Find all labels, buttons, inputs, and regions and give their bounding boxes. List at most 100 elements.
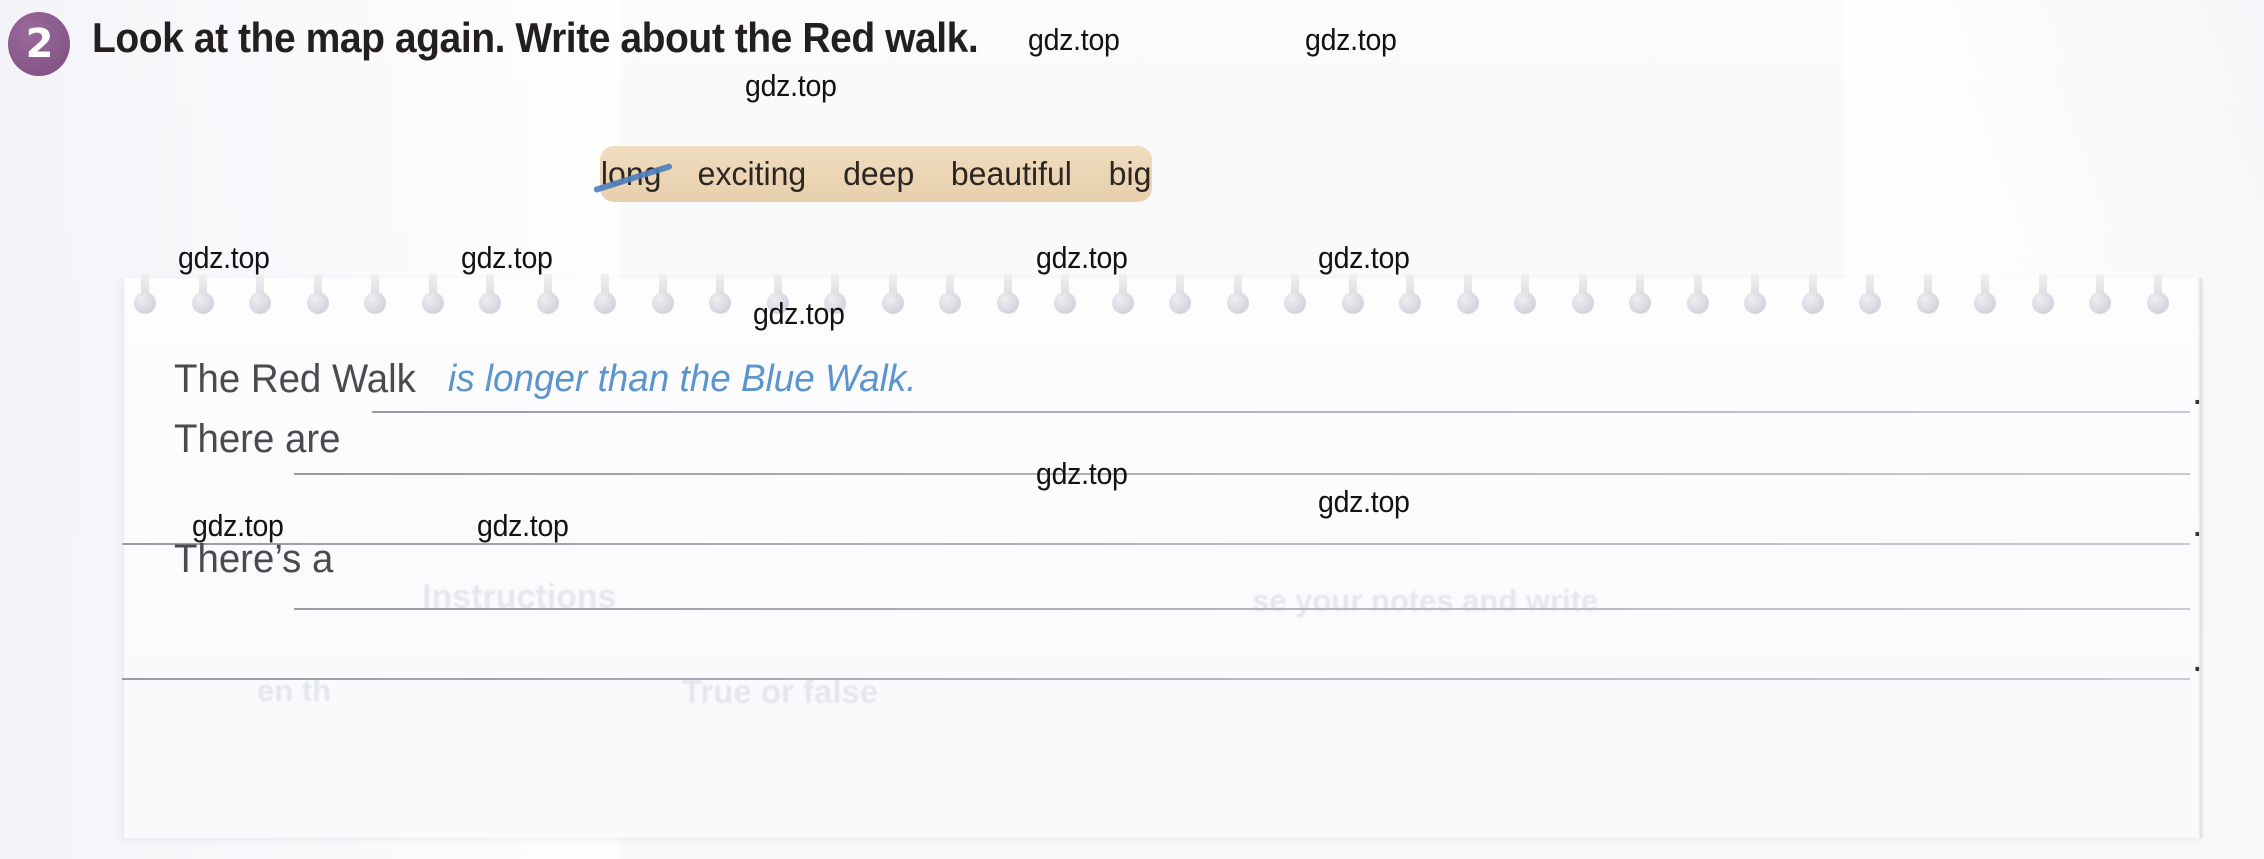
spiral-ring	[1686, 274, 1709, 324]
spiral-ring-stem	[1463, 274, 1472, 300]
word-bank-item[interactable]: deep	[827, 155, 931, 193]
spiral-ring-stem	[486, 274, 494, 300]
sentence-prompt: The Red Walk	[174, 357, 416, 401]
word-bank-item[interactable]: long	[584, 155, 677, 193]
spiral-ring-stem	[1176, 274, 1184, 300]
spiral-ring	[1399, 274, 1421, 324]
spiral-ring-bulb	[996, 292, 1019, 314]
spiral-ring	[1054, 274, 1076, 324]
spiral-ring	[1744, 274, 1766, 324]
answer-blank-line[interactable]	[122, 678, 2190, 680]
handwritten-answer[interactable]: is longer than the Blue Walk.	[448, 358, 917, 400]
spiral-ring-bulb	[1226, 292, 1249, 314]
spiral-ring-stem	[1636, 274, 1644, 300]
sentence-period: .	[2192, 503, 2203, 545]
paper-texture-right	[1844, 0, 2264, 320]
spiral-ring	[939, 274, 961, 324]
spiral-ring-bulb	[1571, 292, 1594, 314]
spiral-ring-bulb	[1744, 292, 1766, 314]
watermark-text: gdz.top	[1036, 456, 1128, 491]
spiral-ring	[1859, 274, 1881, 324]
spiral-ring-stem	[1866, 274, 1874, 300]
spiral-binding	[122, 274, 2202, 328]
spiral-ring	[1514, 274, 1536, 324]
spiral-ring-bulb	[1686, 292, 1709, 314]
word-bank-item-label: beautiful	[951, 155, 1073, 192]
spiral-ring-bulb	[939, 292, 961, 314]
spiral-ring	[421, 274, 444, 324]
spiral-ring-stem	[198, 274, 207, 300]
spiral-ring-bulb	[421, 292, 444, 314]
spiral-ring-stem	[888, 274, 897, 300]
spiral-ring-bulb	[1341, 292, 1364, 314]
answer-blank-line[interactable]	[122, 543, 2190, 545]
spiral-ring-stem	[428, 274, 437, 300]
watermark-text: gdz.top	[1318, 484, 1410, 519]
spiral-ring-bulb	[306, 292, 329, 314]
spiral-ring-bulb	[191, 292, 214, 314]
spiral-ring-stem	[601, 274, 609, 300]
word-bank-item-label: big	[1108, 155, 1152, 192]
word-bank-item-label: deep	[843, 155, 915, 192]
spiral-ring-stem	[1061, 274, 1069, 300]
spiral-ring-bulb	[1399, 292, 1421, 314]
spiral-ring-stem	[1981, 274, 1989, 300]
spiral-ring	[1571, 274, 1594, 324]
spiral-ring-bulb	[1456, 292, 1479, 314]
spiral-ring-stem	[2038, 274, 2047, 300]
spiral-ring	[651, 274, 674, 324]
spiral-ring-stem	[1693, 274, 1702, 300]
spiral-ring-bulb	[2146, 292, 2169, 314]
exercise-number-badge: 2	[8, 12, 70, 76]
spiral-ring-bulb	[709, 292, 731, 314]
spiral-ring-bulb	[364, 292, 386, 314]
spiral-ring-stem	[256, 274, 264, 300]
spiral-ring	[479, 274, 501, 324]
word-bank: long exciting deep beautiful big	[592, 146, 1152, 202]
spiral-ring-bulb	[1111, 292, 1134, 314]
spiral-ring	[709, 274, 731, 324]
sentence-period: .	[2192, 638, 2203, 680]
spiral-ring	[191, 274, 214, 324]
spiral-ring-bulb	[1859, 292, 1881, 314]
spiral-ring-bulb	[881, 292, 904, 314]
spiral-ring	[134, 274, 156, 324]
spiral-ring	[2089, 274, 2111, 324]
spiral-ring-bulb	[594, 292, 616, 314]
notebook-right-edge	[2197, 278, 2202, 838]
spiral-ring	[1169, 274, 1191, 324]
spiral-ring	[996, 274, 1019, 324]
answer-blank-line[interactable]	[372, 411, 2190, 413]
bleed-through-text: Instructions	[422, 578, 617, 616]
sentence-prompt: There are	[174, 417, 341, 461]
writing-row: The Red Walk is longer than the Blue Walk…	[122, 358, 931, 400]
spiral-ring-stem	[1578, 274, 1587, 300]
spiral-ring-bulb	[1284, 292, 1306, 314]
spiral-ring-stem	[141, 274, 149, 300]
spiral-ring	[1111, 274, 1134, 324]
answer-blank-line[interactable]	[294, 473, 2190, 475]
spiral-ring-stem	[2153, 274, 2162, 300]
word-bank-item[interactable]: exciting	[681, 155, 823, 193]
spiral-ring	[536, 274, 559, 324]
watermark-text: gdz.top	[1305, 22, 1397, 57]
spiral-ring	[1974, 274, 1996, 324]
writing-row: There’s a	[122, 538, 340, 580]
watermark-text: gdz.top	[192, 508, 284, 543]
spiral-ring-stem	[1521, 274, 1529, 300]
spiral-ring-stem	[1118, 274, 1127, 300]
watermark-text: gdz.top	[1318, 240, 1410, 275]
spiral-ring-bulb	[1514, 292, 1536, 314]
word-bank-item[interactable]: beautiful	[935, 155, 1089, 193]
answer-blank-line[interactable]	[294, 608, 2190, 610]
spiral-ring-stem	[371, 274, 379, 300]
spiral-ring-bulb	[1169, 292, 1191, 314]
spiral-ring	[249, 274, 271, 324]
spiral-ring-stem	[1291, 274, 1299, 300]
spiral-ring-bulb	[1801, 292, 1824, 314]
word-bank-item[interactable]: big	[1092, 155, 1168, 193]
word-bank-item-label: exciting	[697, 155, 807, 192]
spiral-ring-bulb	[536, 292, 559, 314]
spiral-ring-stem	[313, 274, 322, 300]
spiral-ring-bulb	[249, 292, 271, 314]
